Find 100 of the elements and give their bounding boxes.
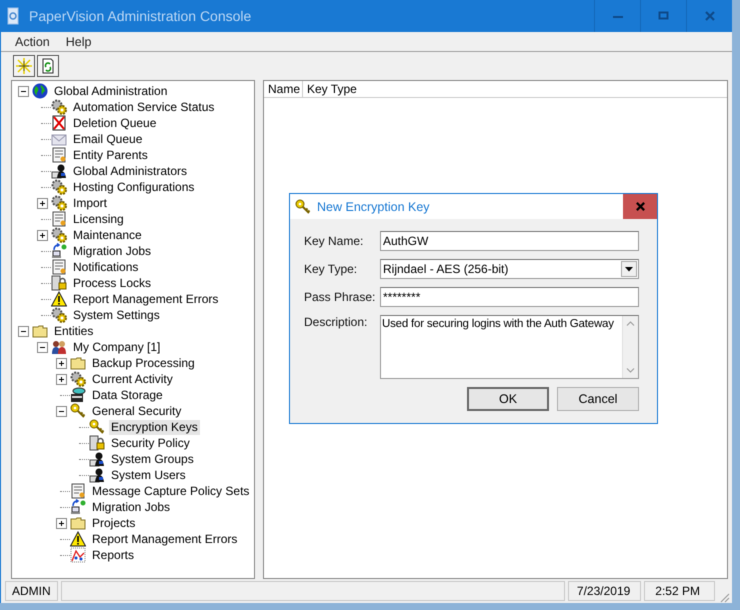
tree-item[interactable]: Deletion Queue bbox=[71, 116, 158, 130]
plus-icon bbox=[38, 230, 46, 240]
tree-item[interactable]: My Company [1] bbox=[71, 340, 162, 354]
maximize-icon bbox=[658, 10, 670, 22]
tree-item[interactable]: Global Administrators bbox=[71, 164, 190, 178]
lock-icon bbox=[51, 275, 67, 291]
menu-item[interactable]: Action bbox=[1, 34, 59, 48]
tree-item[interactable]: Email Queue bbox=[71, 132, 144, 146]
key-icon bbox=[70, 403, 86, 419]
user-icon bbox=[89, 451, 105, 467]
input-field[interactable]: AuthGW bbox=[380, 231, 639, 251]
folder-icon bbox=[32, 323, 48, 339]
tree-item[interactable]: General Security bbox=[90, 404, 184, 418]
user-icon bbox=[51, 163, 67, 179]
collapse-toggle[interactable] bbox=[18, 326, 28, 336]
tree-item[interactable]: Licensing bbox=[71, 212, 126, 226]
folder-icon bbox=[70, 515, 86, 531]
field-label: Key Name: bbox=[304, 234, 364, 248]
gear-icon bbox=[51, 195, 67, 211]
resize-grip[interactable] bbox=[718, 591, 730, 603]
window-title: PaperVision Administration Console bbox=[29, 8, 252, 24]
tree-item[interactable]: Report Management Errors bbox=[71, 292, 220, 306]
tree-item[interactable]: Entity Parents bbox=[71, 148, 150, 162]
dropdown-button[interactable] bbox=[621, 261, 637, 277]
tree-item[interactable]: System Users bbox=[109, 468, 188, 482]
input-field[interactable]: ******** bbox=[380, 287, 639, 307]
tree-item[interactable]: Message Capture Policy Sets bbox=[90, 484, 252, 498]
tree-item[interactable]: Projects bbox=[90, 516, 138, 530]
tree-item[interactable]: Current Activity bbox=[90, 372, 175, 386]
expand-toggle[interactable] bbox=[36, 230, 48, 240]
tree-item[interactable]: Report Management Errors bbox=[90, 532, 240, 546]
menu-item[interactable]: Help bbox=[58, 34, 100, 48]
new-button[interactable] bbox=[13, 55, 35, 77]
tree-item[interactable]: Automation Service Status bbox=[71, 100, 216, 114]
close-button[interactable] bbox=[623, 194, 657, 219]
dialog-button[interactable]: OK bbox=[467, 387, 549, 411]
key-icon bbox=[89, 419, 105, 435]
tree-item[interactable]: System Settings bbox=[71, 308, 162, 322]
document-icon bbox=[51, 211, 67, 227]
gear-icon bbox=[51, 227, 67, 243]
plus-icon bbox=[56, 374, 66, 384]
tree-item[interactable]: Encryption Keys bbox=[109, 420, 200, 434]
column-header[interactable]: Name bbox=[264, 81, 303, 97]
date-status: 7/23/2019 bbox=[568, 581, 642, 601]
tree-item[interactable]: Reports bbox=[90, 548, 136, 562]
dialog-title: New Encryption Key bbox=[317, 200, 431, 214]
refresh-icon bbox=[40, 58, 56, 74]
plus-icon bbox=[56, 518, 66, 528]
disk-icon bbox=[70, 387, 86, 403]
close-icon bbox=[634, 201, 646, 212]
dropdown[interactable]: Rijndael - AES (256-bit) bbox=[380, 259, 639, 279]
tree-item[interactable]: Hosting Configurations bbox=[71, 180, 196, 194]
user-status: ADMIN bbox=[5, 581, 58, 601]
expand-toggle[interactable] bbox=[36, 198, 48, 208]
expand-toggle[interactable] bbox=[56, 358, 66, 368]
globe-icon bbox=[32, 83, 48, 99]
field-label: Key Type: bbox=[304, 262, 358, 276]
column-header[interactable]: Key Type bbox=[303, 81, 727, 97]
expand-toggle[interactable] bbox=[56, 374, 66, 384]
tree-item[interactable]: Maintenance bbox=[71, 228, 144, 242]
key-icon bbox=[295, 198, 311, 214]
collapse-toggle[interactable] bbox=[36, 342, 48, 352]
tree-item[interactable]: Migration Jobs bbox=[90, 500, 172, 514]
user-icon bbox=[89, 467, 105, 483]
delete-icon bbox=[51, 115, 67, 131]
refresh-button[interactable] bbox=[37, 55, 59, 77]
document-icon bbox=[70, 483, 86, 499]
description-field[interactable]: Used for securing logins with the Auth Gateway bbox=[380, 315, 639, 379]
caret-icon bbox=[625, 266, 633, 272]
document-icon bbox=[51, 147, 67, 163]
field-label: Description: bbox=[304, 315, 368, 329]
tree-item[interactable]: Data Storage bbox=[90, 388, 165, 402]
document-icon bbox=[51, 259, 67, 275]
field-label: Pass Phrase: bbox=[304, 290, 376, 304]
gear-icon bbox=[51, 99, 67, 115]
tree-item[interactable]: Migration Jobs bbox=[71, 244, 154, 258]
plus-icon bbox=[38, 198, 46, 208]
tree-item[interactable]: Entities bbox=[52, 324, 96, 338]
tree-item[interactable]: Backup Processing bbox=[90, 356, 197, 370]
gear-icon bbox=[70, 371, 86, 387]
collapse-toggle[interactable] bbox=[18, 86, 28, 96]
tree-item[interactable]: System Groups bbox=[109, 452, 196, 466]
tree-item[interactable]: Security Policy bbox=[109, 436, 192, 450]
app-icon bbox=[7, 7, 21, 25]
warning-icon bbox=[70, 531, 86, 547]
time-status: 2:52 PM bbox=[644, 581, 715, 601]
gear-icon bbox=[51, 179, 67, 195]
collapse-toggle[interactable] bbox=[56, 406, 66, 416]
dialog-button[interactable]: Cancel bbox=[557, 387, 639, 411]
tree-item[interactable]: Notifications bbox=[71, 260, 140, 274]
tree-item[interactable]: Import bbox=[71, 196, 110, 210]
warning-icon bbox=[51, 291, 67, 307]
tree-item[interactable]: Global Administration bbox=[52, 84, 170, 98]
tree-item[interactable]: Process Locks bbox=[71, 276, 154, 290]
lock-icon bbox=[89, 435, 105, 451]
star-icon bbox=[16, 58, 32, 74]
expand-toggle[interactable] bbox=[56, 518, 66, 528]
people-icon bbox=[51, 339, 67, 355]
scrollbar[interactable] bbox=[622, 316, 638, 378]
plus-icon bbox=[56, 358, 66, 368]
